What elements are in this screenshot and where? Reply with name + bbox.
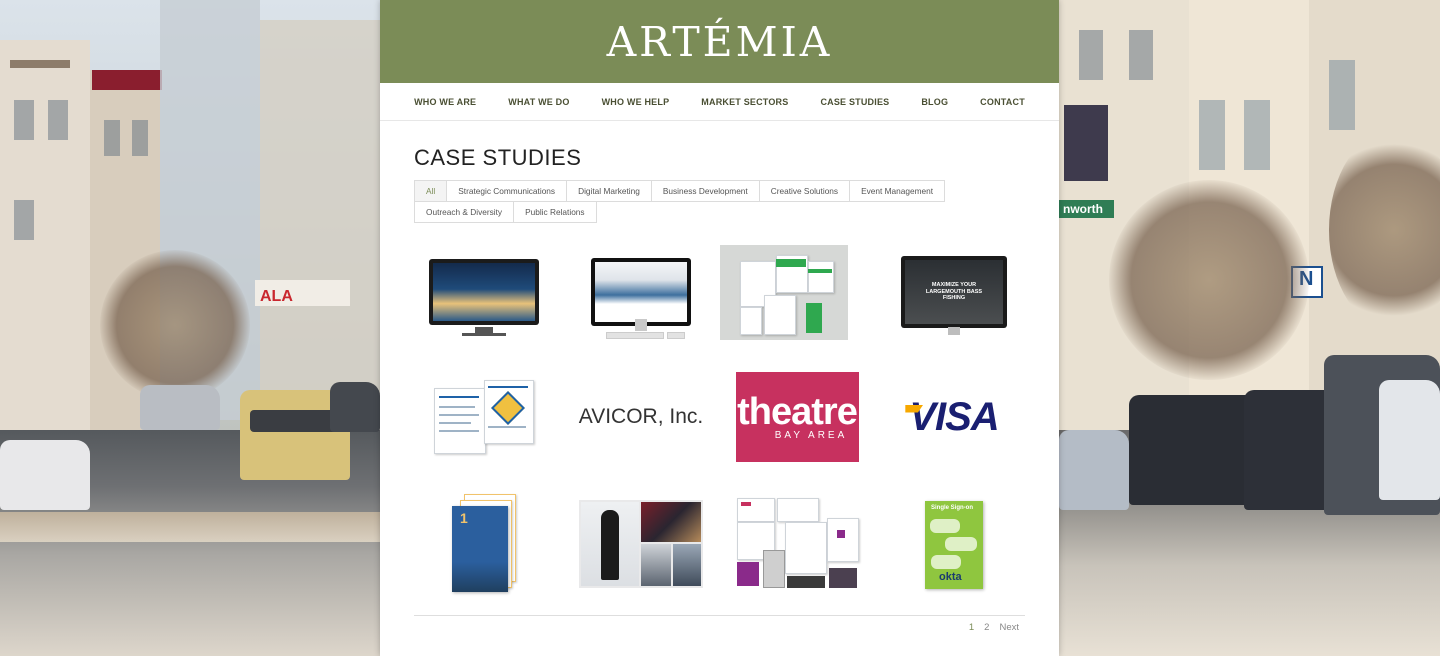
filter-all[interactable]: All <box>414 180 448 202</box>
theatre-logo-text: theatre <box>737 390 858 433</box>
page-title: CASE STUDIES <box>414 145 582 170</box>
site-header: ARTÉMIA <box>380 0 1059 83</box>
category-filters: All Strategic Communications Digital Mar… <box>414 180 954 223</box>
case-study-tile-visa[interactable]: VISA <box>884 362 1024 472</box>
filter-event-management[interactable]: Event Management <box>849 180 946 202</box>
case-study-tile-okta[interactable]: Single Sign-on okta <box>884 490 1024 600</box>
okta-logo-text: okta <box>939 571 962 583</box>
grid-divider <box>414 615 1025 616</box>
nav-who-we-are[interactable]: WHO WE ARE <box>398 97 492 107</box>
main-content: CASE STUDIES All Strategic Communication… <box>380 121 1059 223</box>
case-study-tile-avicor[interactable]: AVICOR, Inc. <box>571 362 711 472</box>
content-column: ARTÉMIA WHO WE ARE WHAT WE DO WHO WE HEL… <box>380 0 1059 656</box>
filter-outreach-diversity[interactable]: Outreach & Diversity <box>414 201 515 223</box>
case-study-tile-bass-fishing[interactable]: MAXIMIZE YOUR LARGEMOUTH BASS FISHING <box>884 237 1024 347</box>
avicor-logo-text: AVICOR, Inc. <box>578 405 704 428</box>
imac-image: MAXIMIZE YOUR LARGEMOUTH BASS FISHING <box>901 256 1007 328</box>
filter-digital-marketing[interactable]: Digital Marketing <box>566 180 652 202</box>
pagination: 1 2 Next <box>969 622 1019 633</box>
page-2[interactable]: 2 <box>984 622 989 633</box>
background-street-left: ALA <box>0 0 380 656</box>
site-logo[interactable]: ARTÉMIA <box>607 18 833 66</box>
case-study-tile-newsletter[interactable] <box>414 362 554 472</box>
filter-public-relations[interactable]: Public Relations <box>513 201 597 223</box>
filter-creative-solutions[interactable]: Creative Solutions <box>758 180 851 202</box>
case-study-tile-imac-website[interactable] <box>571 237 711 347</box>
nav-case-studies[interactable]: CASE STUDIES <box>804 97 905 107</box>
nav-what-we-do[interactable]: WHAT WE DO <box>492 97 585 107</box>
nav-who-we-help[interactable]: WHO WE HELP <box>586 97 686 107</box>
visa-logo-text: VISA <box>909 394 999 439</box>
case-study-tile-port-website[interactable] <box>414 237 554 347</box>
next-page-link[interactable]: Next <box>999 622 1019 633</box>
page-1[interactable]: 1 <box>969 622 974 633</box>
theatre-logo: theatre BAY AREA <box>735 372 859 462</box>
okta-flyer: Single Sign-on okta <box>925 501 983 589</box>
case-study-tile-brand-collateral[interactable] <box>727 490 867 600</box>
filter-strategic-communications[interactable]: Strategic Communications <box>446 180 568 202</box>
report-cover: 1 <box>452 506 508 592</box>
report-number: 1 <box>460 510 468 526</box>
monitor-image <box>429 259 539 325</box>
imac-image <box>591 258 691 326</box>
nav-contact[interactable]: CONTACT <box>964 97 1041 107</box>
filter-business-development[interactable]: Business Development <box>650 180 760 202</box>
theatre-logo-subtext: BAY AREA <box>774 429 848 441</box>
case-study-tile-theatre-bay-area[interactable]: theatre BAY AREA <box>727 362 867 472</box>
nav-market-sectors[interactable]: MARKET SECTORS <box>685 97 804 107</box>
nav-blog[interactable]: BLOG <box>905 97 964 107</box>
main-nav: WHO WE ARE WHAT WE DO WHO WE HELP MARKET… <box>380 83 1059 121</box>
background-street-right: nworth N <box>1059 0 1440 656</box>
monitor-banner-text: MAXIMIZE YOUR LARGEMOUTH BASS FISHING <box>925 282 983 302</box>
case-study-tile-annual-report[interactable]: 1 <box>414 490 554 600</box>
case-study-tile-event-photos[interactable] <box>571 490 711 600</box>
okta-flyer-title: Single Sign-on <box>931 505 973 511</box>
case-study-tile-stationery[interactable] <box>720 245 848 340</box>
